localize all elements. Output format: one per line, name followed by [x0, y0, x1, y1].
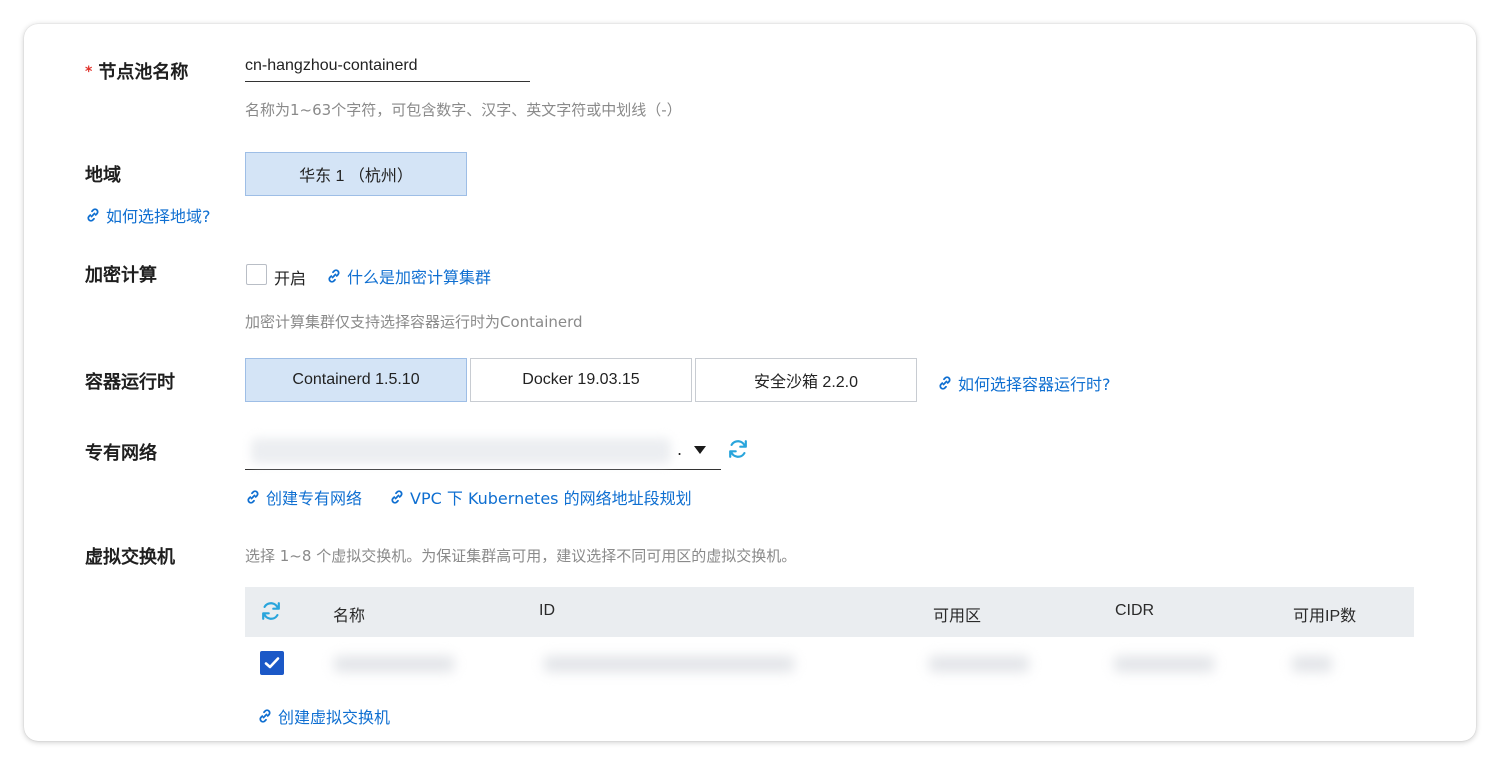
row-checkbox-checked[interactable] [260, 651, 284, 675]
encrypted-compute-hint: 加密计算集群仅支持选择容器运行时为Containerd [245, 313, 583, 331]
row-name-redacted [334, 656, 454, 672]
encrypted-compute-checkbox-label: 开启 [274, 269, 307, 288]
vpc-refresh-icon[interactable] [727, 438, 749, 460]
vpc-value-suffix: . [677, 440, 683, 459]
column-header-available-ip: 可用IP数 [1293, 608, 1357, 625]
column-header-id: ID [539, 602, 555, 619]
vswitch-table-header: 名称 ID 可用区 CIDR 可用IP数 [245, 587, 1414, 637]
encrypted-compute-label: 加密计算 [85, 265, 157, 286]
required-mark: * [85, 64, 93, 80]
link-icon [391, 490, 403, 504]
create-vswitch-link[interactable]: 创建虚拟交换机 [257, 704, 390, 728]
container-runtime-label: 容器运行时 [85, 372, 175, 393]
node-pool-name-input[interactable] [245, 57, 530, 82]
vpc-label: 专有网络 [85, 443, 157, 464]
encrypted-compute-help-link[interactable]: 什么是加密计算集群 [326, 264, 491, 288]
region-label: 地域 [85, 165, 121, 186]
caret-down-icon [694, 446, 706, 454]
runtime-option-docker[interactable]: Docker 19.03.15 [470, 358, 692, 402]
vpc-value-redacted [251, 438, 671, 464]
region-help-link[interactable]: 如何选择地域? [85, 203, 211, 227]
create-vpc-link[interactable]: 创建专有网络 [245, 485, 362, 509]
column-header-cidr: CIDR [1115, 602, 1155, 619]
row-available-ip-redacted [1292, 656, 1332, 672]
row-zone-redacted [929, 656, 1029, 672]
node-pool-name-label: * 节点池名称 [85, 62, 189, 83]
link-icon [259, 709, 271, 723]
runtime-option-containerd[interactable]: Containerd 1.5.10 [245, 358, 467, 402]
column-header-zone: 可用区 [933, 608, 982, 625]
container-runtime-help-link[interactable]: 如何选择容器运行时? [937, 371, 1111, 395]
row-cidr-redacted [1114, 656, 1214, 672]
checkmark-icon [264, 657, 280, 669]
vswitch-hint: 选择 1~8 个虚拟交换机。为保证集群高可用，建议选择不同可用区的虚拟交换机。 [245, 547, 797, 565]
node-pool-form-card: *节点池名称 名称为1~63个字符，可包含数字、汉字、英文字符或中划线（-） 地… [24, 24, 1476, 741]
node-pool-name-hint: 名称为1~63个字符，可包含数字、汉字、英文字符或中划线（-） [245, 101, 682, 119]
runtime-option-sandbox[interactable]: 安全沙箱 2.2.0 [695, 358, 917, 402]
row-id-redacted [544, 656, 794, 672]
vswitch-label: 虚拟交换机 [85, 547, 175, 568]
link-icon [328, 269, 340, 283]
encrypted-compute-checkbox[interactable] [246, 264, 267, 285]
vpc-select[interactable]: . [245, 434, 721, 470]
vpc-k8s-network-planning-link[interactable]: VPC 下 Kubernetes 的网络地址段规划 [389, 485, 692, 509]
link-icon [87, 208, 99, 222]
link-icon [247, 490, 259, 504]
region-option-hangzhou[interactable]: 华东 1 （杭州） [245, 152, 467, 196]
table-refresh-icon[interactable] [260, 600, 282, 622]
link-icon [939, 376, 951, 390]
column-header-name: 名称 [333, 608, 366, 625]
